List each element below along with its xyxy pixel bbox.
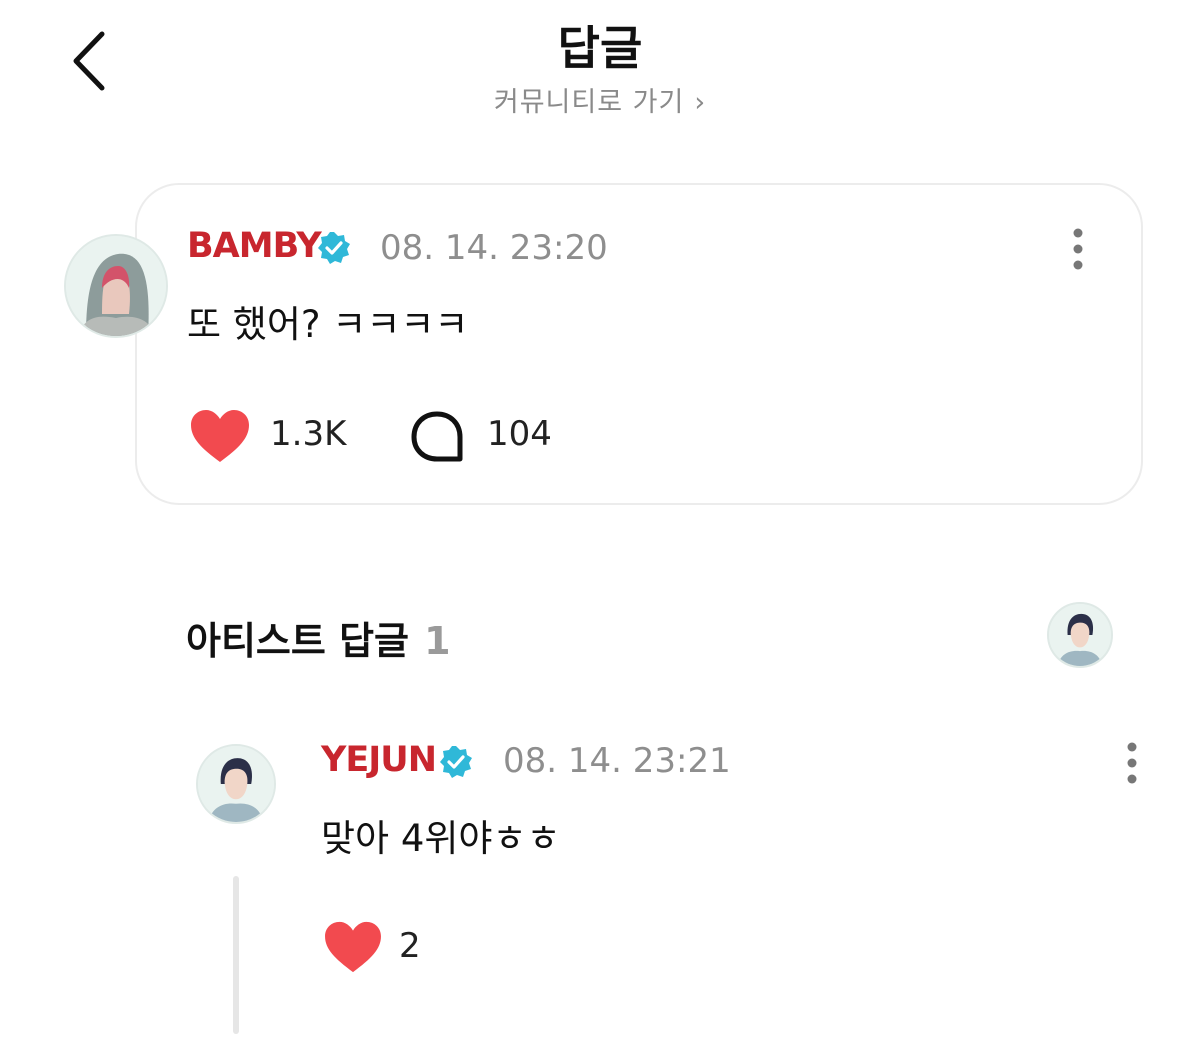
reply-thread-line — [233, 876, 239, 1034]
heart-icon — [191, 410, 249, 462]
post-more-button[interactable] — [1068, 226, 1088, 274]
post-timestamp: 08. 14. 23:20 — [380, 228, 608, 268]
go-to-community-label: 커뮤니티로 가기 — [493, 87, 685, 118]
chevron-right-icon: › — [694, 87, 707, 118]
more-vertical-icon — [1127, 742, 1137, 784]
artist-replies-heading: 아티스트 답글 1 — [186, 610, 451, 665]
reply-text: 맞아 4위야ㅎㅎ — [321, 817, 561, 860]
reply-author-name[interactable]: YEJUN — [321, 740, 437, 780]
reply-more-button[interactable] — [1122, 740, 1142, 788]
post-author-name[interactable]: BAMBY — [187, 226, 322, 266]
reply-like-count: 2 — [399, 926, 421, 966]
post-comment-count: 104 — [487, 414, 552, 454]
post-like-count: 1.3K — [270, 414, 347, 454]
comment-bubble-icon — [411, 411, 463, 462]
yejun-avatar[interactable] — [196, 744, 276, 824]
more-vertical-icon — [1073, 228, 1083, 270]
post-comment-button[interactable] — [410, 410, 464, 468]
artist-replies-count: 1 — [424, 619, 451, 663]
artist-avatar-filter[interactable] — [1047, 602, 1113, 668]
reply-timestamp: 08. 14. 23:21 — [503, 741, 731, 781]
heart-icon — [325, 921, 381, 973]
reply-like-button[interactable] — [323, 920, 383, 978]
post-like-button[interactable] — [189, 408, 251, 468]
page-title: 답글 — [557, 21, 643, 75]
bamby-avatar[interactable] — [64, 234, 168, 338]
verified-badge-icon — [318, 232, 350, 264]
go-to-community-link[interactable]: 커뮤니티로 가기 › — [0, 80, 1200, 119]
post-text: 또 했어? ㅋㅋㅋㅋ — [187, 303, 469, 346]
artist-replies-title: 아티스트 답글 — [186, 619, 409, 663]
verified-badge-icon — [440, 746, 472, 778]
